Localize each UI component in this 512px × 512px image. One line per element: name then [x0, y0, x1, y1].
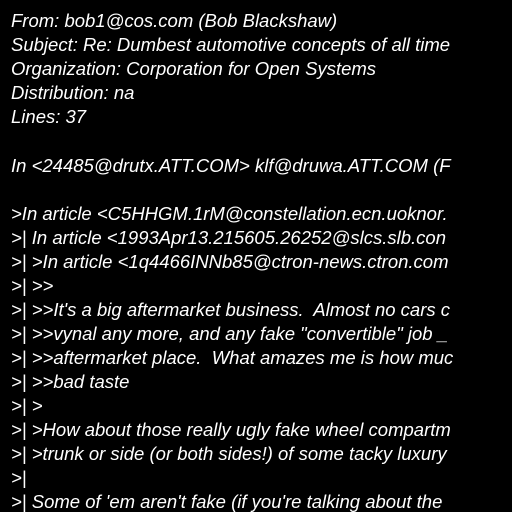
body-line: >|	[11, 467, 27, 488]
body-line: >| >>aftermarket place. What amazes me i…	[11, 347, 454, 368]
header-distribution: Distribution: na	[11, 82, 135, 103]
body-line: >| >>bad taste	[11, 371, 130, 392]
body-line: >| >In article <1q4466INNb85@ctron-news.…	[11, 251, 449, 272]
body-line: >| >	[11, 395, 43, 416]
header-lines: Lines: 37	[11, 106, 87, 127]
body-line: >| >>	[11, 275, 54, 296]
body-line: >| >How about those really ugly fake whe…	[11, 419, 451, 440]
body-line: >| In article <1993Apr13.215605.26252@sl…	[11, 227, 446, 248]
message-view: From: bob1@cos.com (Bob Blackshaw) Subje…	[0, 0, 512, 512]
body-line: >| >>It's a big aftermarket business. Al…	[11, 299, 450, 320]
header-organization: Organization: Corporation for Open Syste…	[11, 58, 377, 79]
body-line: >| >>vynal any more, and any fake "conve…	[11, 323, 449, 344]
body-line: In <24485@drutx.ATT.COM> klf@druwa.ATT.C…	[11, 155, 451, 176]
header-from: From: bob1@cos.com (Bob Blackshaw)	[11, 10, 338, 31]
body-line: >| >trunk or side (or both sides!) of so…	[11, 443, 447, 464]
header-subject: Subject: Re: Dumbest automotive concepts…	[11, 34, 451, 55]
body-line: >| Some of 'em aren't fake (if you're ta…	[11, 491, 443, 512]
body-line: >In article <C5HHGM.1rM@constellation.ec…	[11, 203, 448, 224]
